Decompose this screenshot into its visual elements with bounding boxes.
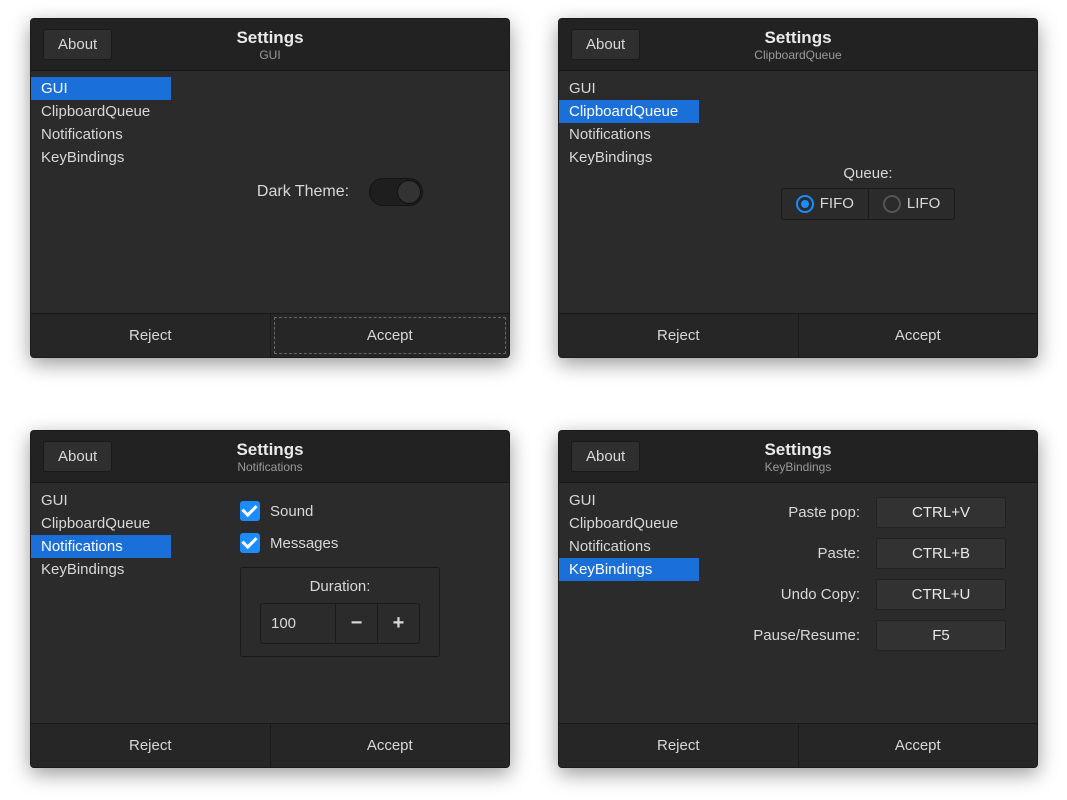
settings-dialog-notifications: About Settings Notifications GUI Clipboa… bbox=[30, 430, 510, 768]
duration-increment[interactable]: + bbox=[377, 604, 419, 643]
checkbox-label: Messages bbox=[270, 535, 338, 552]
radio-label: LIFO bbox=[907, 195, 940, 212]
sidebar-item-keybindings[interactable]: KeyBindings bbox=[559, 146, 699, 169]
radio-icon bbox=[883, 195, 901, 213]
queue-mode-fifo[interactable]: FIFO bbox=[782, 189, 868, 219]
toggle-knob bbox=[397, 180, 421, 204]
reject-button[interactable]: Reject bbox=[31, 314, 271, 357]
sidebar-item-notifications[interactable]: Notifications bbox=[559, 123, 699, 146]
about-button[interactable]: About bbox=[571, 29, 640, 60]
about-button[interactable]: About bbox=[571, 441, 640, 472]
accept-button[interactable]: Accept bbox=[271, 314, 510, 357]
keybindings-grid: Paste pop: CTRL+V Paste: CTRL+B Undo Cop… bbox=[730, 497, 1006, 651]
dark-theme-label: Dark Theme: bbox=[257, 183, 349, 201]
duration-value[interactable]: 100 bbox=[261, 607, 335, 640]
radio-icon bbox=[796, 195, 814, 213]
settings-dialog-keybindings: About Settings KeyBindings GUI Clipboard… bbox=[558, 430, 1038, 768]
duration-group: Duration: 100 − + bbox=[240, 567, 440, 657]
about-button[interactable]: About bbox=[43, 29, 112, 60]
reject-button[interactable]: Reject bbox=[559, 314, 799, 357]
settings-dialog-clipboardqueue: About Settings ClipboardQueue GUI Clipbo… bbox=[558, 18, 1038, 358]
kb-field-undo-copy[interactable]: CTRL+U bbox=[876, 579, 1006, 610]
kb-label-pause-resume: Pause/Resume: bbox=[730, 627, 860, 644]
dark-theme-toggle[interactable] bbox=[369, 178, 423, 206]
check-icon bbox=[240, 501, 260, 521]
dialog-header: About Settings KeyBindings bbox=[559, 431, 1037, 483]
sidebar-item-notifications[interactable]: Notifications bbox=[31, 123, 171, 146]
settings-dialog-gui: About Settings GUI GUI ClipboardQueue No… bbox=[30, 18, 510, 358]
queue-mode-radiogroup: FIFO LIFO bbox=[781, 188, 956, 220]
sidebar-item-keybindings[interactable]: KeyBindings bbox=[31, 146, 171, 169]
kb-label-undo-copy: Undo Copy: bbox=[730, 586, 860, 603]
kb-label-paste-pop: Paste pop: bbox=[730, 504, 860, 521]
sound-checkbox[interactable]: Sound bbox=[240, 501, 440, 521]
sidebar-item-gui[interactable]: GUI bbox=[559, 77, 699, 100]
settings-sidebar: GUI ClipboardQueue Notifications KeyBind… bbox=[559, 71, 699, 313]
dialog-header: About Settings ClipboardQueue bbox=[559, 19, 1037, 71]
dialog-header: About Settings Notifications bbox=[31, 431, 509, 483]
sidebar-item-notifications[interactable]: Notifications bbox=[559, 535, 699, 558]
kb-field-paste[interactable]: CTRL+B bbox=[876, 538, 1006, 569]
duration-decrement[interactable]: − bbox=[335, 604, 377, 643]
checkbox-label: Sound bbox=[270, 503, 313, 520]
kb-label-paste: Paste: bbox=[730, 545, 860, 562]
dark-theme-row: Dark Theme: bbox=[257, 178, 423, 206]
sidebar-item-clipboardqueue[interactable]: ClipboardQueue bbox=[31, 100, 171, 123]
queue-mode-label: Queue: bbox=[781, 165, 956, 182]
sidebar-item-gui[interactable]: GUI bbox=[31, 77, 171, 100]
sidebar-item-clipboardqueue[interactable]: ClipboardQueue bbox=[559, 100, 699, 123]
sidebar-item-clipboardqueue[interactable]: ClipboardQueue bbox=[31, 512, 171, 535]
sidebar-item-notifications[interactable]: Notifications bbox=[31, 535, 171, 558]
about-button[interactable]: About bbox=[43, 441, 112, 472]
kb-field-paste-pop[interactable]: CTRL+V bbox=[876, 497, 1006, 528]
kb-field-pause-resume[interactable]: F5 bbox=[876, 620, 1006, 651]
reject-button[interactable]: Reject bbox=[559, 724, 799, 767]
sidebar-item-gui[interactable]: GUI bbox=[31, 489, 171, 512]
sidebar-item-keybindings[interactable]: KeyBindings bbox=[559, 558, 699, 581]
accept-button[interactable]: Accept bbox=[799, 724, 1038, 767]
reject-button[interactable]: Reject bbox=[31, 724, 271, 767]
accept-button[interactable]: Accept bbox=[271, 724, 510, 767]
radio-label: FIFO bbox=[820, 195, 854, 212]
sidebar-item-keybindings[interactable]: KeyBindings bbox=[31, 558, 171, 581]
duration-label: Duration: bbox=[255, 578, 425, 595]
accept-button[interactable]: Accept bbox=[799, 314, 1038, 357]
sidebar-item-clipboardqueue[interactable]: ClipboardQueue bbox=[559, 512, 699, 535]
queue-mode-lifo[interactable]: LIFO bbox=[868, 189, 954, 219]
dialog-header: About Settings GUI bbox=[31, 19, 509, 71]
settings-sidebar: GUI ClipboardQueue Notifications KeyBind… bbox=[31, 483, 171, 723]
duration-spinner: 100 − + bbox=[260, 603, 420, 644]
settings-sidebar: GUI ClipboardQueue Notifications KeyBind… bbox=[559, 483, 699, 723]
messages-checkbox[interactable]: Messages bbox=[240, 533, 440, 553]
check-icon bbox=[240, 533, 260, 553]
settings-sidebar: GUI ClipboardQueue Notifications KeyBind… bbox=[31, 71, 171, 313]
sidebar-item-gui[interactable]: GUI bbox=[559, 489, 699, 512]
